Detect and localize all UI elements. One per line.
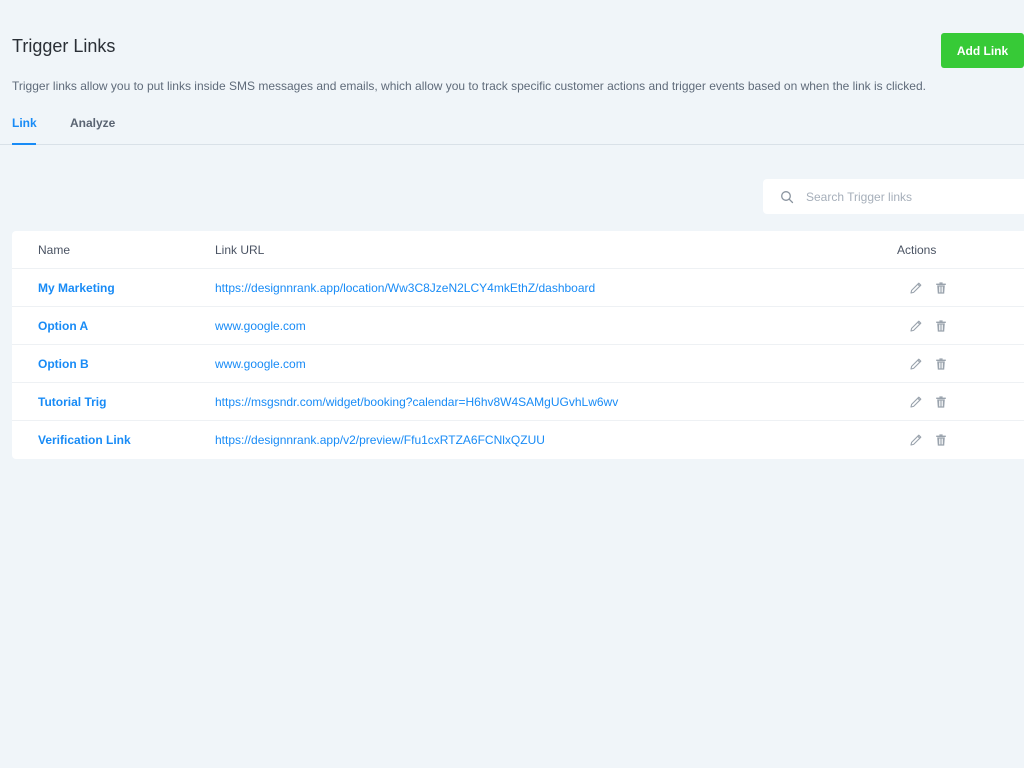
trash-icon[interactable]: [934, 395, 948, 409]
link-url[interactable]: https://msgsndr.com/widget/booking?calen…: [215, 395, 618, 409]
pencil-icon[interactable]: [909, 281, 923, 295]
link-url[interactable]: www.google.com: [215, 357, 306, 371]
table-row: Verification Link https://designnrank.ap…: [12, 420, 1024, 458]
row-actions: [909, 421, 948, 458]
link-name[interactable]: Tutorial Trig: [38, 395, 106, 409]
column-header-actions: Actions: [897, 242, 937, 257]
table-row: Option A www.google.com: [12, 306, 1024, 344]
pencil-icon[interactable]: [909, 319, 923, 333]
pencil-icon[interactable]: [909, 357, 923, 371]
add-link-button[interactable]: Add Link: [941, 33, 1024, 68]
link-url[interactable]: www.google.com: [215, 319, 306, 333]
pencil-icon[interactable]: [909, 433, 923, 447]
link-name[interactable]: Option B: [38, 357, 89, 371]
trigger-links-page: Trigger Links Add Link Trigger links all…: [0, 0, 1024, 768]
trash-icon[interactable]: [934, 319, 948, 333]
table-row: Option B www.google.com: [12, 344, 1024, 382]
link-url[interactable]: https://designnrank.app/v2/preview/Ffu1c…: [215, 433, 545, 447]
column-header-url: Link URL: [215, 242, 265, 257]
column-header-name: Name: [38, 242, 71, 257]
search-icon: [780, 190, 794, 204]
table-row: My Marketing https://designnrank.app/loc…: [12, 268, 1024, 306]
link-name[interactable]: Verification Link: [38, 433, 131, 447]
search-box: [763, 179, 1024, 214]
link-name[interactable]: Option A: [38, 319, 88, 333]
page-description: Trigger links allow you to put links ins…: [12, 79, 926, 93]
row-actions: [909, 307, 948, 344]
page-title: Trigger Links: [12, 36, 116, 56]
trash-icon[interactable]: [934, 357, 948, 371]
link-name[interactable]: My Marketing: [38, 281, 115, 295]
row-actions: [909, 345, 948, 382]
trash-icon[interactable]: [934, 281, 948, 295]
tab-link[interactable]: Link: [12, 116, 37, 145]
tab-bar: Link Analyze: [0, 108, 1024, 145]
table-row: Tutorial Trig https://msgsndr.com/widget…: [12, 382, 1024, 420]
pencil-icon[interactable]: [909, 395, 923, 409]
link-url[interactable]: https://designnrank.app/location/Ww3C8Jz…: [215, 281, 595, 295]
row-actions: [909, 269, 948, 306]
trash-icon[interactable]: [934, 433, 948, 447]
row-actions: [909, 383, 948, 420]
tab-analyze[interactable]: Analyze: [70, 116, 115, 145]
trigger-links-table: Name Link URL Actions My Marketing https…: [12, 231, 1024, 459]
search-input[interactable]: [806, 189, 1006, 204]
table-header-row: Name Link URL Actions: [12, 231, 1024, 268]
